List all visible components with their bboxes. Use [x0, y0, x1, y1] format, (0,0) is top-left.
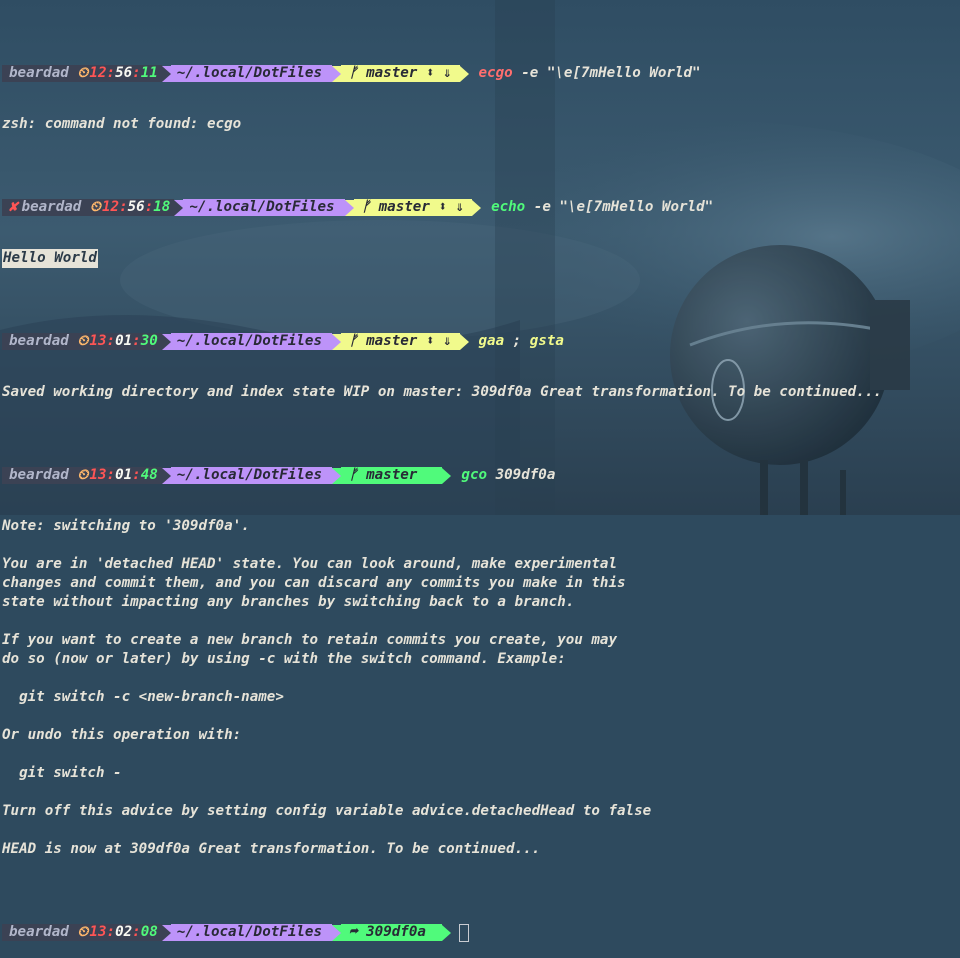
- git-segment: ➦ 309df0a: [341, 924, 443, 941]
- stash-arrow-icon: ⇓: [442, 333, 452, 349]
- git-segment: ᚠ master ⬍ ⇓: [353, 199, 473, 216]
- output-line: changes and commit them, and you can dis…: [2, 575, 626, 591]
- clock-icon: ⏲: [77, 333, 89, 349]
- separator-arrow-icon: [161, 65, 171, 82]
- separator-arrow-icon: [442, 924, 452, 941]
- command-text: ecgo -e "\e[7mHello World": [478, 65, 701, 81]
- time-second: 11: [140, 65, 158, 81]
- user-name: beardad: [9, 333, 69, 349]
- clock-icon: ⏲: [77, 467, 89, 483]
- prompt-line: beardad ⏲ 12:56:11 ~/.local/DotFiles ᚠ ma…: [2, 64, 882, 83]
- user-name: beardad: [21, 199, 82, 215]
- separator-arrow-icon: [344, 199, 354, 216]
- output-line: Hello World: [2, 249, 882, 268]
- branch-name: master: [378, 199, 430, 215]
- output-line: state without impacting any branches by …: [2, 594, 575, 610]
- separator-arrow-icon: [161, 924, 171, 941]
- git-branch-icon: ᚠ: [349, 65, 358, 81]
- user-segment: beardad ⏲ 13:02:08: [2, 924, 162, 941]
- output-line: Or undo this operation with:: [2, 727, 242, 743]
- separator-arrow-icon: [332, 924, 342, 941]
- separator-arrow-icon: [332, 333, 342, 350]
- separator-arrow-icon: [459, 333, 469, 350]
- user-segment: ✘ beardad ⏲ 12:56:18: [2, 199, 175, 216]
- directory-segment: ~/.local/DotFiles: [170, 65, 333, 82]
- prompt-line: beardad ⏲ 13:02:08 ~/.local/DotFiles ➦ 30…: [2, 923, 882, 942]
- output-line: You are in 'detached HEAD' state. You ca…: [2, 556, 617, 572]
- output-line: Saved working directory and index state …: [2, 384, 882, 400]
- branch-name: master: [366, 333, 418, 349]
- terminal-output: beardad ⏲ 12:56:11 ~/.local/DotFiles ᚠ ma…: [2, 0, 882, 958]
- user-name: beardad: [9, 65, 69, 81]
- directory-segment: ~/.local/DotFiles: [170, 333, 333, 350]
- output-line: git switch -c <new-branch-name>: [2, 689, 284, 705]
- text-cursor[interactable]: [459, 923, 470, 942]
- output-line: HEAD is now at 309df0a Great transformat…: [2, 841, 541, 857]
- prompt-line: beardad ⏲ 13:01:48 ~/.local/DotFiles ᚠ ma…: [2, 466, 882, 485]
- prompt-line: beardad ⏲ 13:01:30 ~/.local/DotFiles ᚠ ma…: [2, 332, 882, 351]
- clock-icon: ⏲: [89, 199, 101, 215]
- up-down-icon: ⬍: [425, 333, 435, 349]
- reverse-video-text: Hello World: [2, 249, 98, 268]
- time-hour: 12: [89, 65, 107, 81]
- git-segment: ᚠ master: [341, 467, 443, 484]
- time-minute: 56: [115, 65, 133, 81]
- command-text: echo -e "\e[7mHello World": [491, 199, 714, 215]
- user-name: beardad: [9, 924, 69, 940]
- git-branch-icon: ᚠ: [349, 333, 358, 349]
- user-segment: beardad ⏲ 12:56:11: [2, 65, 162, 82]
- separator-arrow-icon: [459, 65, 469, 82]
- separator-arrow-icon: [161, 467, 171, 484]
- command-text: gco 309df0a: [461, 467, 556, 483]
- separator-arrow-icon: [332, 467, 342, 484]
- user-segment: beardad ⏲ 13:01:30: [2, 333, 162, 350]
- output-line: git switch -: [2, 765, 122, 781]
- directory-segment: ~/.local/DotFiles: [170, 467, 333, 484]
- clock-icon: ⏲: [77, 65, 89, 81]
- git-segment: ᚠ master ⬍ ⇓: [341, 333, 460, 350]
- branch-name: 309df0a: [366, 924, 426, 940]
- up-down-icon: ⬍: [425, 65, 435, 81]
- output-line: Note: switching to '309df0a'.: [2, 518, 250, 534]
- output-line: If you want to create a new branch to re…: [2, 632, 617, 648]
- branch-name: master: [366, 65, 418, 81]
- separator-arrow-icon: [332, 65, 342, 82]
- command-text: gaa ; gsta: [478, 333, 564, 349]
- error-x-icon: ✘: [9, 199, 18, 215]
- prompt-line: ✘ beardad ⏲ 12:56:18 ~/.local/DotFiles ᚠ m…: [2, 198, 882, 217]
- separator-arrow-icon: [442, 467, 452, 484]
- user-name: beardad: [9, 467, 69, 483]
- branch-name: master: [366, 467, 418, 483]
- git-segment: ᚠ master ⬍ ⇓: [341, 65, 460, 82]
- git-branch-icon: ᚠ: [349, 467, 358, 483]
- user-segment: beardad ⏲ 13:01:48: [2, 467, 162, 484]
- output-line: Turn off this advice by setting config v…: [2, 803, 652, 819]
- stash-arrow-icon: ⇓: [442, 65, 452, 81]
- directory-segment: ~/.local/DotFiles: [170, 924, 333, 941]
- separator-arrow-icon: [161, 333, 171, 350]
- stash-arrow-icon: ⇓: [455, 199, 465, 215]
- separator-arrow-icon: [174, 199, 184, 216]
- directory-segment: ~/.local/DotFiles: [183, 199, 345, 216]
- git-checkout-output: Note: switching to '309df0a'. You are in …: [2, 517, 882, 859]
- clock-icon: ⏲: [77, 924, 89, 940]
- git-branch-icon: ᚠ: [361, 199, 371, 215]
- detached-arrow-icon: ➦: [349, 924, 358, 940]
- up-down-icon: ⬍: [438, 199, 447, 215]
- output-line: zsh: command not found: ecgo: [2, 116, 242, 132]
- output-line: do so (now or later) by using -c with th…: [2, 651, 566, 667]
- separator-arrow-icon: [472, 199, 482, 216]
